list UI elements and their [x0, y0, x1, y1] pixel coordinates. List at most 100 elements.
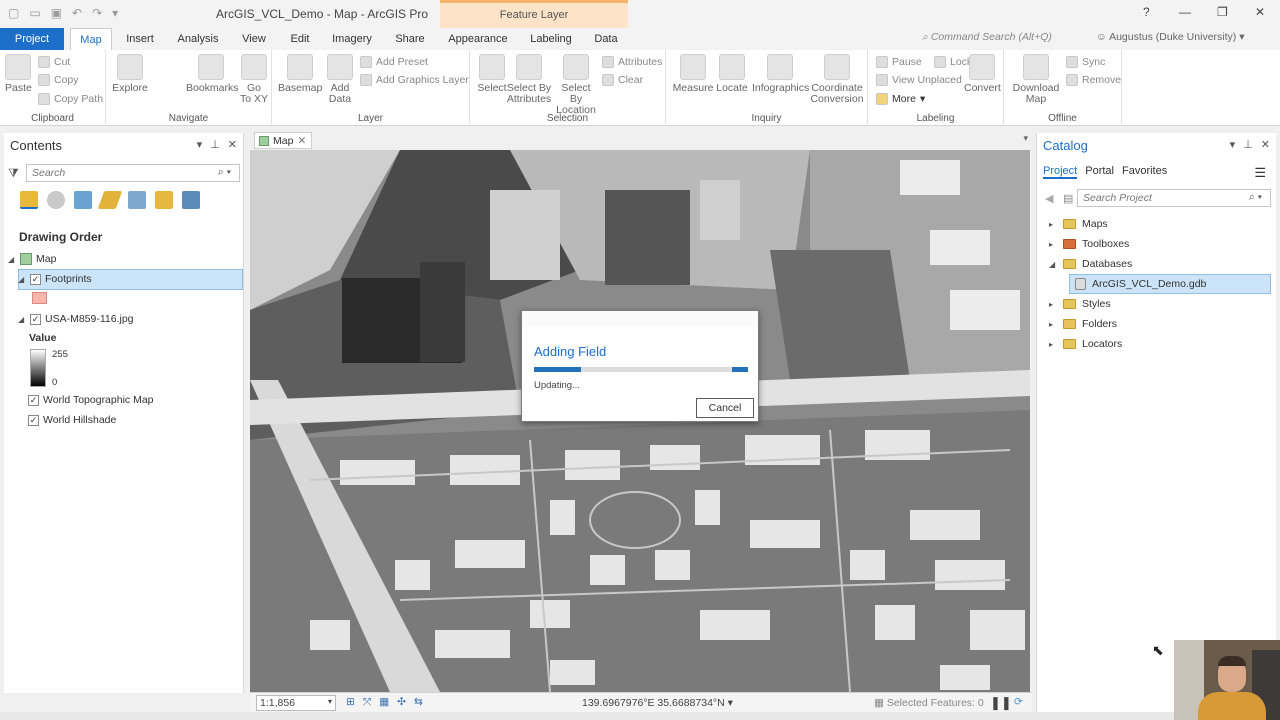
full-extent-icon[interactable]: ⤧ — [363, 696, 371, 709]
attributes-button[interactable]: Attributes — [602, 56, 662, 68]
expand-icon[interactable]: ▸ — [1049, 320, 1057, 329]
pause-drawing-icon[interactable]: ❚❚ — [990, 695, 1012, 711]
tab-labeling[interactable]: Labeling — [522, 28, 580, 50]
footprints-symbol-swatch[interactable] — [32, 292, 47, 304]
catalog-tab-project[interactable]: Project — [1043, 165, 1078, 179]
layer-map[interactable]: ◢ Map — [8, 253, 56, 265]
filter-icon[interactable]: ⧩ — [8, 166, 19, 181]
back-icon[interactable]: ◀ — [1045, 192, 1053, 205]
select-by-location-button[interactable]: Select By Location — [554, 54, 598, 116]
catalog-item-toolboxes[interactable]: ▸ Toolboxes — [1049, 238, 1129, 250]
catalog-tab-favorites[interactable]: Favorites — [1122, 165, 1167, 179]
redo-icon[interactable]: ↷ — [92, 6, 102, 20]
snap-icon[interactable]: ✣ — [397, 696, 406, 709]
add-preset-button[interactable]: Add Preset — [360, 56, 428, 68]
convert-labels-button[interactable]: Convert — [964, 54, 1001, 94]
add-data-button[interactable]: Add Data — [324, 54, 356, 105]
locate-button[interactable]: Locate — [714, 54, 750, 94]
coordinate-conversion-button[interactable]: Coordinate Conversion — [810, 54, 864, 105]
select-button[interactable]: Select — [474, 54, 510, 94]
expand-icon[interactable]: ▸ — [1049, 240, 1057, 249]
expand-icon[interactable]: ▸ — [1049, 340, 1057, 349]
copy-button[interactable]: Copy — [38, 74, 79, 86]
explore-button[interactable]: Explore — [110, 54, 150, 94]
layer-world-hillshade[interactable]: ✓ World Hillshade — [28, 414, 116, 426]
download-map-button[interactable]: Download Map — [1012, 54, 1060, 105]
catalog-item-maps[interactable]: ▸ Maps — [1049, 218, 1108, 230]
tab-share[interactable]: Share — [390, 28, 430, 50]
tab-list-icon[interactable]: ▾ — [1023, 133, 1028, 144]
tab-data[interactable]: Data — [590, 28, 622, 50]
list-by-snapping-icon[interactable] — [128, 191, 146, 209]
tab-appearance[interactable]: Appearance — [444, 28, 512, 50]
expand-icon[interactable]: ▸ — [1049, 220, 1057, 229]
catalog-item-styles[interactable]: ▸ Styles — [1049, 298, 1111, 310]
refresh-icon[interactable]: ⟳ — [1014, 696, 1023, 708]
collapse-icon[interactable]: ◢ — [1049, 260, 1057, 269]
cancel-button[interactable]: Cancel — [696, 398, 754, 418]
more-button[interactable]: More ▾ — [876, 93, 925, 105]
tab-insert[interactable]: Insert — [119, 28, 161, 50]
close-button[interactable]: ✕ — [1255, 5, 1265, 19]
close-tab-icon[interactable]: ✕ — [297, 135, 306, 147]
cut-button[interactable]: Cut — [38, 56, 70, 68]
catalog-item-locators[interactable]: ▸ Locators — [1049, 338, 1122, 350]
catalog-item-folders[interactable]: ▸ Folders — [1049, 318, 1117, 330]
sync-button[interactable]: Sync — [1066, 56, 1105, 68]
list-by-perspective-icon[interactable] — [182, 191, 200, 209]
layer-raster[interactable]: ◢ ✓ USA-M859-116.jpg — [18, 313, 134, 325]
list-by-editing-icon[interactable] — [97, 191, 123, 209]
list-by-selection-icon[interactable] — [74, 191, 92, 209]
select-by-attributes-button[interactable]: Select By Attributes — [506, 54, 552, 105]
pane-options-icon[interactable]: ▾ — [197, 138, 203, 151]
minimize-button[interactable]: — — [1179, 5, 1191, 19]
tab-analysis[interactable]: Analysis — [172, 28, 224, 50]
open-icon[interactable]: ▭ — [29, 6, 40, 20]
catalog-item-databases[interactable]: ◢ Databases — [1049, 258, 1132, 270]
user-account[interactable]: ☺ Augustus (Duke University) ▾ — [1096, 31, 1244, 43]
customize-icon[interactable]: ▾ — [112, 6, 118, 20]
pause-labeling-button[interactable]: Pause — [876, 56, 922, 68]
restore-button[interactable]: ❐ — [1217, 5, 1228, 19]
list-by-labeling-icon[interactable] — [155, 191, 173, 209]
view-unplaced-button[interactable]: View Unplaced — [876, 74, 962, 86]
fixed-zoom-icon[interactable]: ⊞ — [346, 696, 355, 709]
pin-icon[interactable]: ⊥ — [210, 138, 220, 151]
hamburger-menu-icon[interactable]: ☰ — [1254, 165, 1266, 181]
layer-visibility-checkbox[interactable]: ✓ — [30, 313, 41, 325]
tab-edit[interactable]: Edit — [284, 28, 316, 50]
layer-visibility-checkbox[interactable]: ✓ — [28, 414, 39, 426]
bookmarks-button[interactable]: Bookmarks — [186, 54, 239, 94]
tab-project[interactable]: Project — [0, 28, 64, 50]
paste-button[interactable]: Paste — [5, 54, 32, 94]
layer-footprints[interactable]: ◢ ✓ Footprints — [18, 273, 92, 285]
tab-imagery[interactable]: Imagery — [326, 28, 378, 50]
clear-selection-button[interactable]: Clear — [602, 74, 643, 86]
infographics-button[interactable]: Infographics — [752, 54, 809, 94]
collapse-icon[interactable]: ◢ — [8, 255, 16, 264]
remove-offline-button[interactable]: Remove — [1066, 74, 1121, 86]
catalog-search-input[interactable]: Search Project ⌕ ▾ — [1077, 189, 1271, 207]
basemap-button[interactable]: Basemap — [278, 54, 322, 94]
list-by-drawing-order-icon[interactable] — [20, 191, 38, 209]
close-pane-icon[interactable]: ✕ — [1261, 138, 1270, 151]
coordinate-format-dropdown-icon[interactable]: ▾ — [728, 697, 733, 709]
goto-xy-button[interactable]: Go To XY — [238, 54, 270, 105]
pin-icon[interactable]: ⊥ — [1243, 138, 1253, 151]
undo-icon[interactable]: ↶ — [72, 6, 82, 20]
copy-path-button[interactable]: Copy Path — [38, 93, 103, 105]
list-by-data-source-icon[interactable] — [47, 191, 65, 209]
command-search-input[interactable]: ⌕ Command Search (Alt+Q) — [922, 31, 1092, 47]
tab-map[interactable]: Map — [70, 28, 112, 50]
layer-world-topographic[interactable]: ✓ World Topographic Map — [28, 394, 154, 406]
tab-view[interactable]: View — [236, 28, 272, 50]
catalog-tab-portal[interactable]: Portal — [1085, 165, 1114, 179]
new-icon[interactable]: ▢ — [8, 6, 19, 20]
help-icon[interactable]: ? — [1143, 5, 1150, 19]
layer-visibility-checkbox[interactable]: ✓ — [28, 394, 39, 406]
save-icon[interactable]: ▣ — [51, 6, 62, 20]
rotation-icon[interactable]: ⇆ — [414, 696, 423, 709]
catalog-item-gdb[interactable]: ArcGIS_VCL_Demo.gdb — [1075, 278, 1206, 290]
measure-button[interactable]: Measure — [672, 54, 714, 94]
add-graphics-layer-button[interactable]: Add Graphics Layer — [360, 74, 469, 86]
